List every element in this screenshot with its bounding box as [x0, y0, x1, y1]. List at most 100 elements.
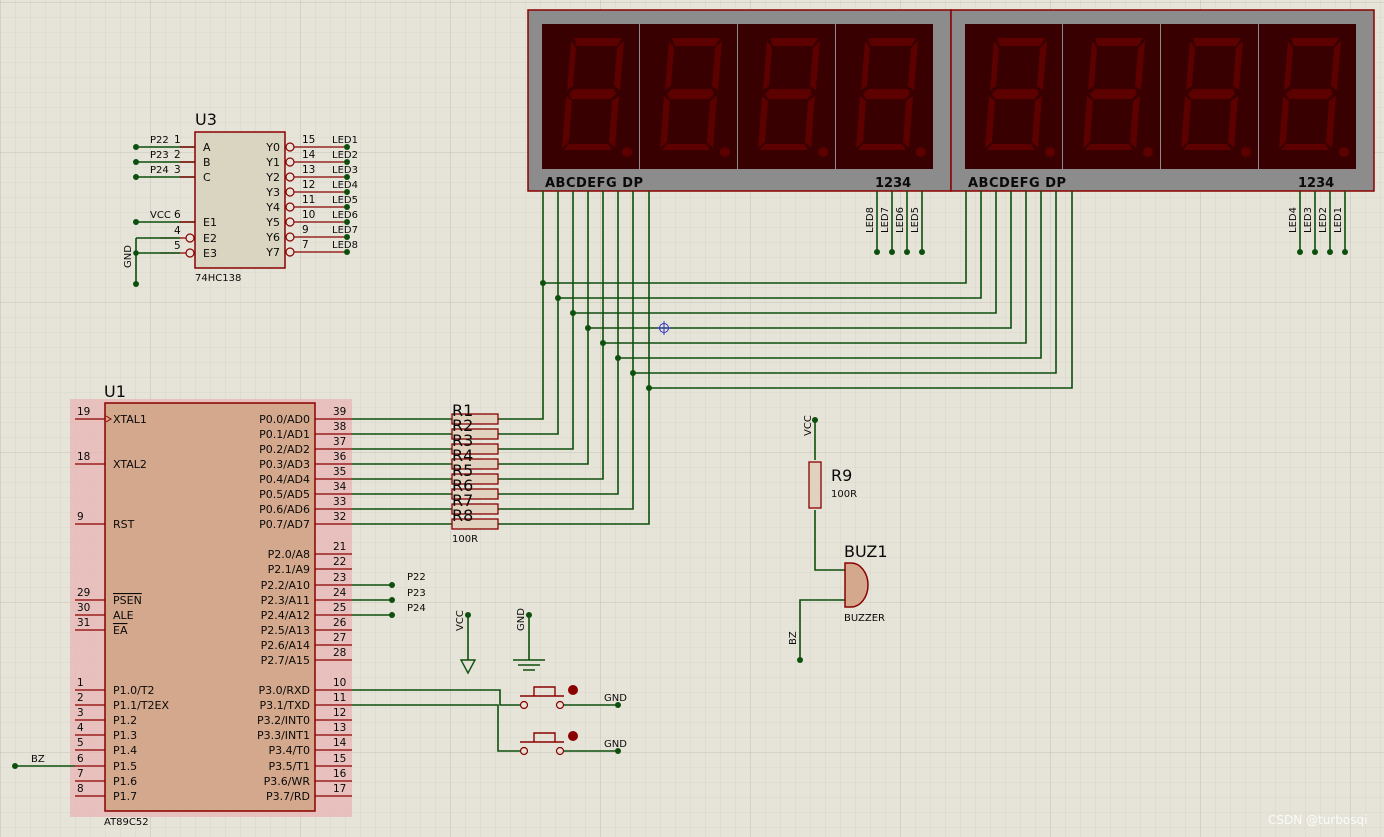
u1-pin-name: P3.7/RD: [266, 790, 310, 803]
u1-right-pins: 39 P0.0/AD0 38 P0.1/AD1 37 P0.2/AD2 36 P0.3/AD3…: [257, 406, 352, 803]
display-digit-label: 1234: [1298, 176, 1334, 191]
u1-pin-number: 2: [77, 692, 84, 704]
display-segment: [863, 89, 910, 99]
terminal: [1342, 249, 1348, 255]
u1-pin-name: P1.7: [113, 790, 137, 803]
junction: [600, 340, 606, 346]
u3-pin-number: 3: [174, 164, 181, 176]
u3-pin-number: 11: [302, 194, 315, 206]
display-segment: [1193, 38, 1241, 46]
inversion-bubble: [285, 232, 295, 242]
u3-output-net: LED1: [332, 135, 358, 146]
u1-pin-name: P0.0/AD0: [259, 413, 310, 426]
r9-body: [808, 461, 822, 509]
u3-pin-number: 4: [174, 225, 181, 237]
u1-pin-number: 12: [333, 707, 346, 719]
u1-pin-number: 32: [333, 511, 346, 523]
display-dp: [916, 147, 926, 157]
u1-pin-number: 16: [333, 768, 347, 780]
buzzer-ref: BUZ1: [844, 542, 888, 561]
resistor-value: 100R: [452, 534, 478, 545]
u1-pin-name: P0.6/AD6: [259, 503, 310, 516]
display-dp: [1241, 147, 1251, 157]
u1-pin-name: P0.3/AD3: [259, 458, 310, 471]
u1-pin-number: 28: [333, 647, 346, 659]
display-dp: [720, 147, 730, 157]
display-led-net: LED7: [880, 207, 891, 233]
u1-pin-number: 27: [333, 632, 346, 644]
u1-pin-name: P0.1/AD1: [259, 428, 310, 441]
inversion-bubble: [285, 172, 295, 182]
btn-gnd-label: GND: [516, 608, 527, 631]
terminal: [12, 763, 18, 769]
u1-pin-name: P3.0/RXD: [259, 684, 310, 697]
u3-pin-name: Y0: [265, 141, 280, 154]
buzzer-part: BUZZER: [844, 613, 885, 624]
net-p23: P23: [407, 588, 426, 599]
u1-pin-number: 14: [333, 737, 347, 749]
u1-pin-name: P3.3/INT1: [257, 729, 310, 742]
display-segment: [662, 144, 710, 150]
u3-pin-name: B: [203, 156, 211, 169]
u1-pin-number: 10: [333, 677, 346, 689]
u1-pin-number: 23: [333, 572, 346, 584]
terminal: [133, 159, 139, 165]
display-segment: [574, 38, 622, 46]
watermark: CSDN @turbosqi: [1268, 813, 1367, 827]
terminal: [1327, 249, 1333, 255]
u1-pin-number: 5: [77, 737, 84, 749]
u3-output-net: LED2: [332, 150, 358, 161]
buzzer-vcc-label: VCC: [803, 415, 814, 436]
display-segment: [997, 38, 1045, 46]
u3-pin-number: 7: [302, 239, 309, 251]
u1-pin-number: 19: [77, 406, 90, 418]
u1-pin-name: P2.7/A15: [261, 654, 310, 667]
u1-pin-number: 36: [333, 451, 347, 463]
u1-pin-name: XTAL1: [113, 413, 147, 426]
junction: [615, 355, 621, 361]
resistor-ref: R8: [452, 506, 473, 525]
display-segment: [868, 38, 916, 46]
u1-pin-number: 9: [77, 511, 84, 523]
u1-pin-name: P1.3: [113, 729, 137, 742]
display-segment: [987, 144, 1035, 150]
inversion-bubble: [185, 248, 195, 258]
junction: [585, 325, 591, 331]
u3-input-net: P22: [150, 135, 169, 146]
junction: [540, 280, 546, 286]
terminal: [133, 281, 139, 287]
u1-pin-number: 3: [77, 707, 84, 719]
u3-pin-name: Y5: [265, 216, 280, 229]
u1-pin-name: RST: [113, 518, 135, 531]
u1-pin-number: 8: [77, 783, 84, 795]
u3-gnd-label: GND: [123, 245, 134, 268]
net-p22: P22: [407, 572, 426, 583]
btn-vcc-label: VCC: [455, 610, 466, 631]
u1-pin-number: 18: [77, 451, 90, 463]
u1-pin-name: P0.7/AD7: [259, 518, 310, 531]
u1-pin-number: 25: [333, 602, 346, 614]
u1-microcontroller[interactable]: U1 AT89C52 19XTAL118XTAL29RST29PSEN30ALE…: [70, 382, 352, 828]
u1-pin-number: 31: [77, 617, 90, 629]
junction: [555, 295, 561, 301]
u3-output-net: LED3: [332, 165, 358, 176]
u1-pin-name: P1.1/T2EX: [113, 699, 170, 712]
junction: [133, 250, 139, 256]
display-segment: [564, 144, 612, 150]
u3-pin-name: C: [203, 171, 211, 184]
u3-pin-number: 1: [174, 134, 181, 146]
u3-output-net: LED5: [332, 195, 358, 206]
u1-pin-number: 34: [333, 481, 347, 493]
u1-pin-number: 24: [333, 587, 347, 599]
net-p24: P24: [407, 603, 426, 614]
u1-pin-name: P3.4/T0: [268, 744, 310, 757]
u1-pin-name: P2.2/A10: [261, 579, 310, 592]
u1-pin-number: 29: [77, 587, 90, 599]
u3-pin-number: 5: [174, 240, 181, 252]
u1-pin-number: 22: [333, 556, 346, 568]
display-led-net: LED6: [895, 207, 906, 233]
u3-pin-name: Y1: [265, 156, 280, 169]
u3-output-net: LED4: [332, 180, 358, 191]
u1-pin-name: P0.4/AD4: [259, 473, 310, 486]
u3-pin-name: E1: [203, 216, 217, 229]
